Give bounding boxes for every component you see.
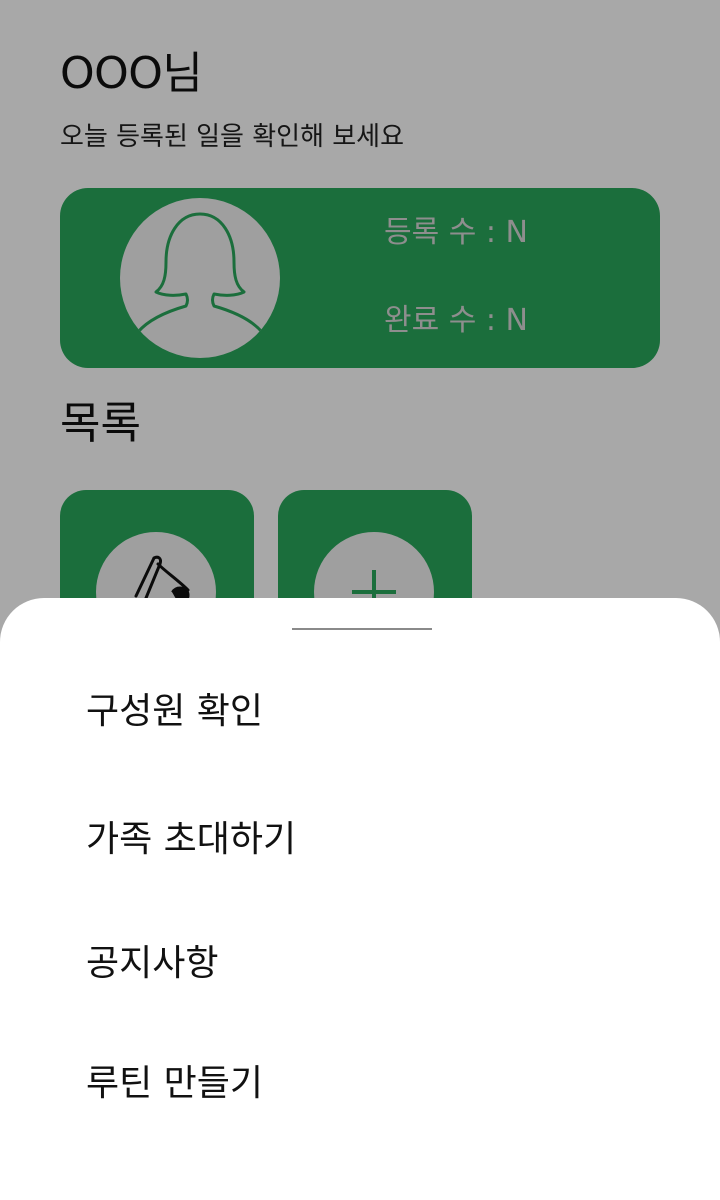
bottom-sheet: 구성원 확인 가족 초대하기 공지사항 루틴 만들기 bbox=[0, 598, 720, 1200]
menu-item-notices[interactable]: 공지사항 bbox=[86, 946, 218, 982]
sheet-drag-handle[interactable] bbox=[292, 628, 432, 630]
menu-item-create-routine[interactable]: 루틴 만들기 bbox=[86, 1066, 263, 1102]
menu-item-members[interactable]: 구성원 확인 bbox=[86, 694, 263, 730]
menu-item-invite-family[interactable]: 가족 초대하기 bbox=[86, 822, 296, 858]
